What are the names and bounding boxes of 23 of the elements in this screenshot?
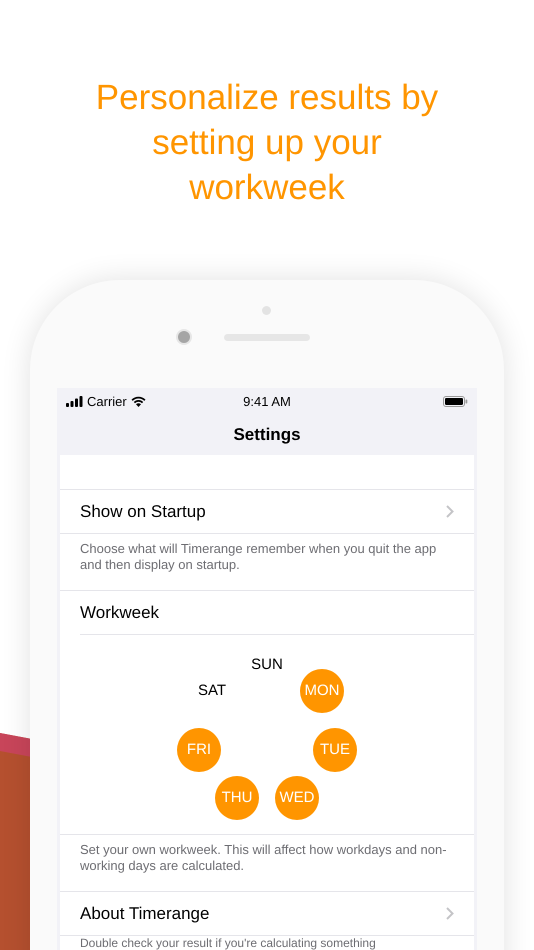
headline: Personalize results by setting up your workweek <box>94 77 440 209</box>
camera-icon <box>178 331 190 343</box>
battery-icon <box>443 396 468 407</box>
chevron-icon <box>446 505 454 518</box>
status-time: 9:41 AM <box>243 392 291 411</box>
wifi-icon <box>130 396 146 407</box>
section-footer: Set your own workweek. This will affect how workdays and non-working days are calculated. <box>80 842 460 874</box>
day-toggle[interactable]: SAT <box>190 669 234 713</box>
day-toggle[interactable]: THU <box>215 776 259 820</box>
settings-row[interactable]: Show on Startup <box>60 490 474 534</box>
day-toggle[interactable]: FRI <box>177 728 221 772</box>
nav-title: Settings <box>233 424 301 446</box>
chevron-icon <box>446 907 454 920</box>
section-footer: Double check your result if you're calculating something <box>80 937 474 950</box>
settings-row[interactable]: About Timerange <box>60 892 474 936</box>
day-toggle[interactable]: MON <box>300 669 344 713</box>
section-footer: Choose what will Timerange remember when you quit the app and then display on startup. <box>80 541 460 573</box>
day-toggle[interactable]: WED <box>275 776 319 820</box>
signal-icon <box>66 396 83 407</box>
section-label: Workweek <box>80 602 160 624</box>
day-toggle[interactable]: TUE <box>313 728 357 772</box>
carrier-label: Carrier <box>87 392 127 411</box>
day-toggle[interactable]: SUN <box>245 643 289 687</box>
